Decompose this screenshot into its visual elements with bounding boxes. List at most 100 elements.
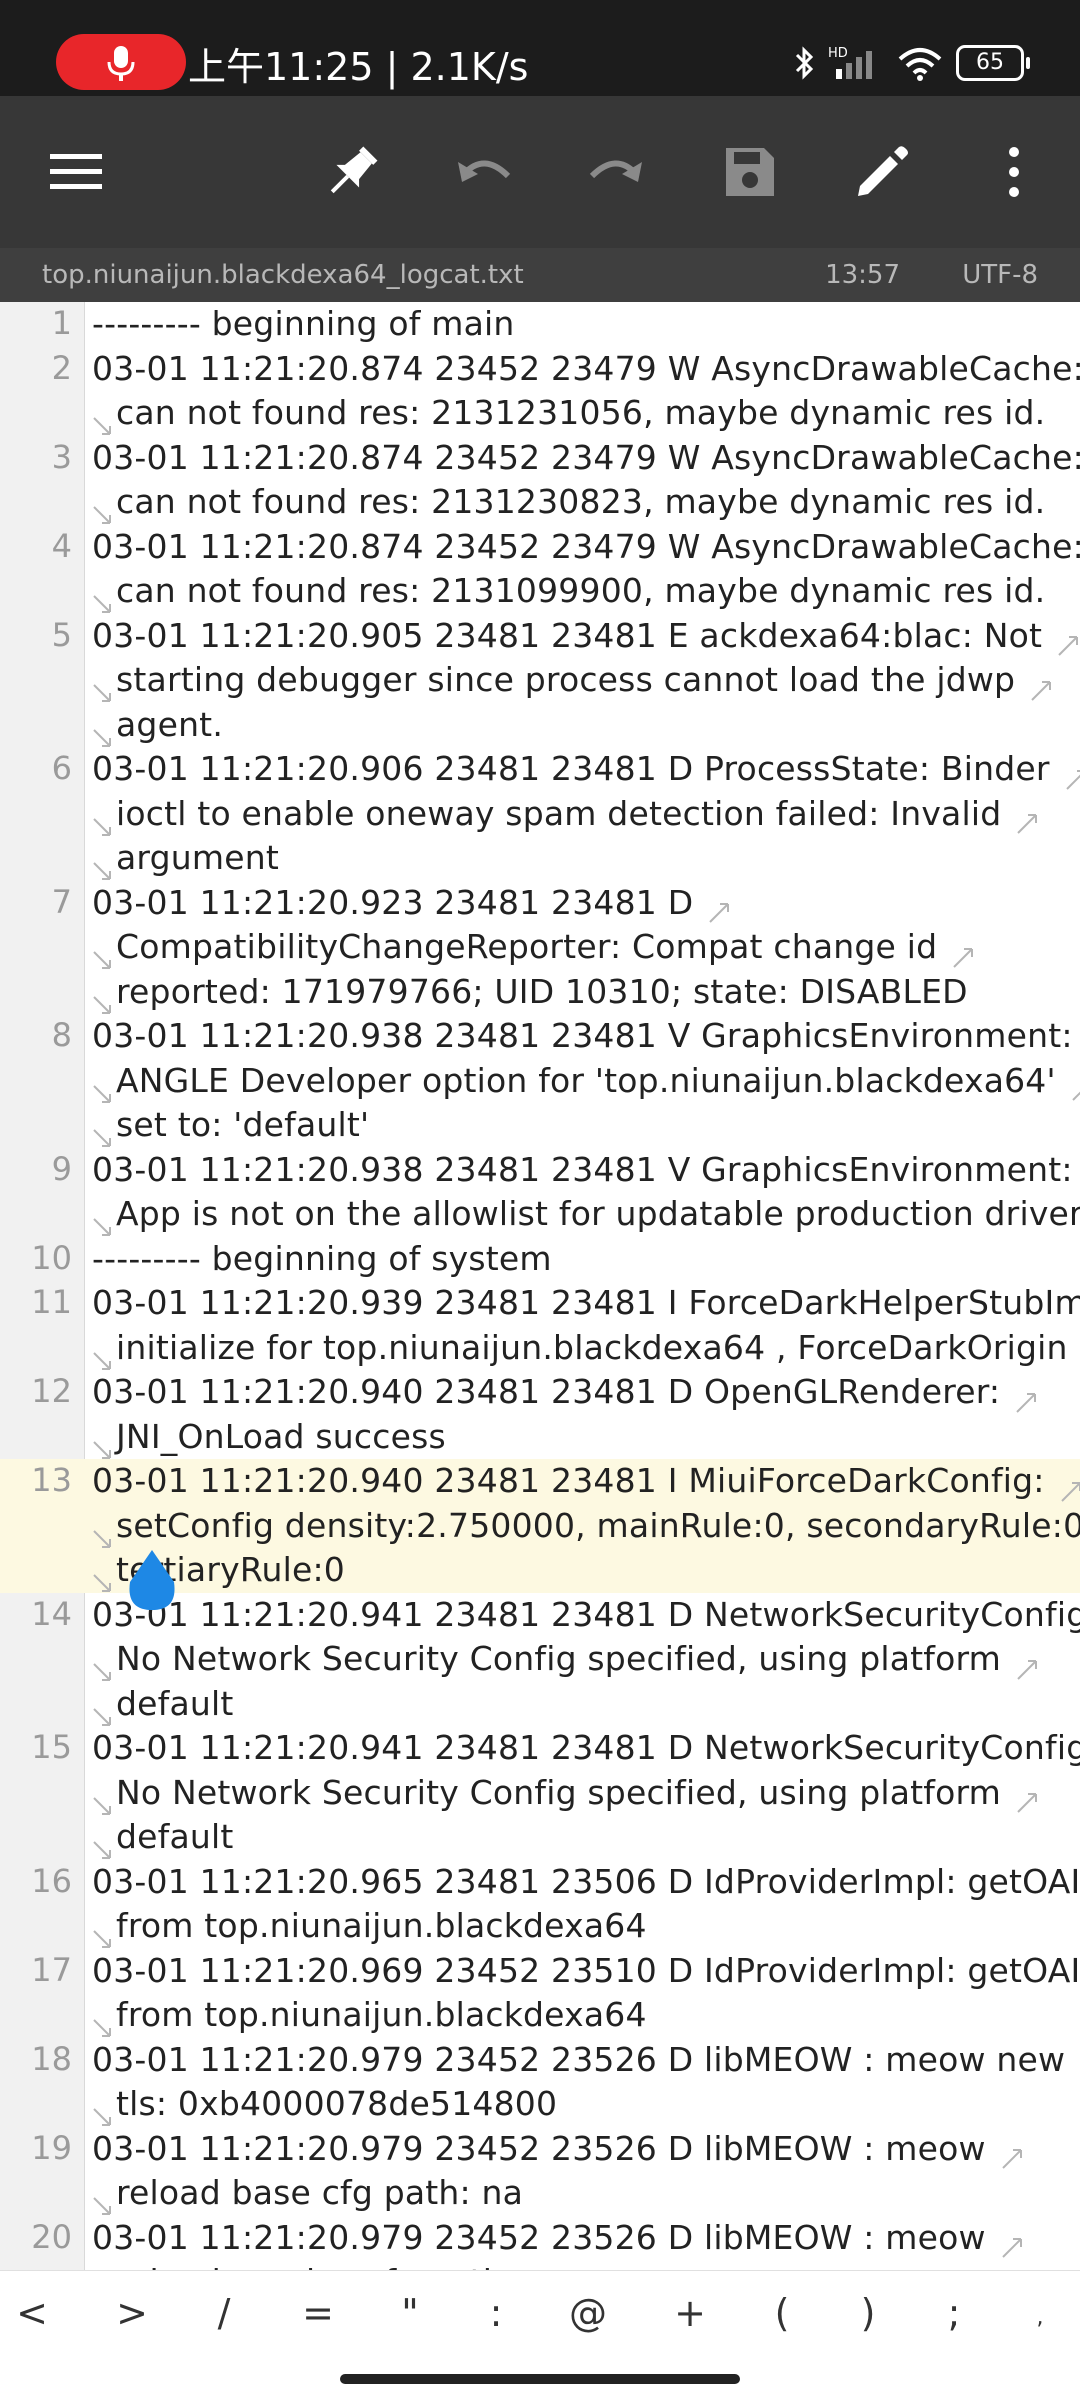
file-name: top.niunaijun.blackdexa64_logcat.txt xyxy=(42,260,524,290)
symbol-key[interactable]: = xyxy=(288,2291,348,2335)
more-icon[interactable] xyxy=(984,142,1044,202)
log-text: --------- beginning of main xyxy=(92,304,515,343)
log-text: 03-01 11:21:20.979 23452 23526 D libMEOW… xyxy=(92,2217,986,2257)
log-line-text: 03-01 11:21:20.905 23481 23481 E ackdexa… xyxy=(0,614,1080,659)
log-line[interactable]: 7 03-01 11:21:20.923 23481 23481 D Compati… xyxy=(0,881,1080,1015)
log-line[interactable]: 18 03-01 11:21:20.979 23452 23526 D libME… xyxy=(0,2038,1080,2127)
battery-indicator: 65 xyxy=(956,45,1030,81)
wrap-continue-icon xyxy=(92,1918,114,1948)
file-time: 13:57 xyxy=(825,260,900,290)
symbol-key[interactable]: < xyxy=(2,2291,62,2335)
menu-icon[interactable] xyxy=(46,142,106,202)
log-line[interactable]: 15 03-01 11:21:20.941 23481 23481 D Netwo… xyxy=(0,1726,1080,1860)
log-line[interactable]: 5 03-01 11:21:20.905 23481 23481 E ackdex… xyxy=(0,614,1080,748)
wrap-continue-icon xyxy=(92,1206,114,1236)
log-text: App is not on the allowlist for updatabl… xyxy=(116,1194,1080,1233)
symbol-key[interactable]: / xyxy=(194,2291,254,2335)
symbol-key[interactable]: + xyxy=(660,2291,720,2335)
home-indicator[interactable] xyxy=(340,2374,740,2384)
file-encoding[interactable]: UTF-8 xyxy=(962,260,1038,290)
log-line-text: 03-01 11:21:20.874 23452 23479 W AsyncDr… xyxy=(0,347,1080,392)
log-line[interactable]: 16 03-01 11:21:20.965 23481 23506 D IdPro… xyxy=(0,1860,1080,1949)
log-line-text: No Network Security Config specified, us… xyxy=(0,1771,1080,1816)
log-line-text: 03-01 11:21:20.874 23452 23479 W AsyncDr… xyxy=(0,525,1080,570)
log-line-text: App is not on the allowlist for updatabl… xyxy=(0,1192,1080,1237)
wrap-continue-icon xyxy=(92,850,114,880)
symbol-key[interactable]: > xyxy=(102,2291,162,2335)
log-line[interactable]: 3 03-01 11:21:20.874 23452 23479 W AsyncD… xyxy=(0,436,1080,525)
signal-hd-label: HD xyxy=(828,46,848,61)
log-line[interactable]: 19 03-01 11:21:20.979 23452 23526 D libME… xyxy=(0,2127,1080,2216)
symbol-key[interactable]: " xyxy=(380,2291,440,2335)
symbol-key[interactable]: , xyxy=(1010,2305,1070,2330)
log-text: 03-01 11:21:20.905 23481 23481 E ackdexa… xyxy=(92,615,1043,655)
wrap-continue-icon xyxy=(92,2007,114,2037)
log-line-text: reported: 171979766; UID 10310; state: D… xyxy=(0,970,1080,1015)
wrap-continue-icon xyxy=(92,1562,114,1592)
log-line-text: No Network Security Config specified, us… xyxy=(0,1637,1080,1682)
log-line-text: 03-01 11:21:20.939 23481 23481 I ForceDa… xyxy=(0,1281,1080,1326)
log-line[interactable]: 4 03-01 11:21:20.874 23452 23479 W AsyncD… xyxy=(0,525,1080,614)
save-icon[interactable] xyxy=(720,142,780,202)
redo-icon[interactable] xyxy=(586,142,646,202)
log-text: reload overlay cfg path: na xyxy=(116,2262,568,2270)
log-line-text: 03-01 11:21:20.938 23481 23481 V Graphic… xyxy=(0,1014,1080,1059)
log-line[interactable]: 1 --------- beginning of main xyxy=(0,302,1080,347)
wrap-break-icon xyxy=(1056,625,1080,656)
log-line-text: starting debugger since process cannot l… xyxy=(0,658,1080,703)
log-line[interactable]: 20 03-01 11:21:20.979 23452 23526 D libME… xyxy=(0,2216,1080,2270)
log-line[interactable]: 8 03-01 11:21:20.938 23481 23481 V Graphi… xyxy=(0,1014,1080,1148)
log-line[interactable]: 11 03-01 11:21:20.939 23481 23481 I Force… xyxy=(0,1281,1080,1370)
log-text: 03-01 11:21:20.941 23481 23481 D Network… xyxy=(92,1594,1080,1634)
undo-icon[interactable] xyxy=(454,142,514,202)
log-line[interactable]: 10 --------- beginning of system xyxy=(0,1237,1080,1282)
log-text: ANGLE Developer option for 'top.niunaiju… xyxy=(116,1060,1056,1100)
symbol-key[interactable]: ) xyxy=(838,2291,898,2335)
wrap-continue-icon xyxy=(92,494,114,524)
edit-icon[interactable] xyxy=(852,142,912,202)
log-line-text: 03-01 11:21:20.906 23481 23481 D Process… xyxy=(0,747,1080,792)
symbol-key[interactable]: : xyxy=(466,2291,526,2335)
log-line-text: ioctl to enable oneway spam detection fa… xyxy=(0,792,1080,837)
wrap-continue-icon xyxy=(92,806,114,836)
pin-icon[interactable] xyxy=(322,142,382,202)
log-text: 03-01 11:21:20.923 23481 23481 D xyxy=(92,882,694,922)
wrap-continue-icon xyxy=(92,2096,114,2126)
log-line[interactable]: 12 03-01 11:21:20.940 23481 23481 D OpenG… xyxy=(0,1370,1080,1459)
symbol-key[interactable]: ( xyxy=(752,2291,812,2335)
log-text: 03-01 11:21:20.939 23481 23481 I ForceDa… xyxy=(92,1283,1080,1322)
log-text: 03-01 11:21:20.906 23481 23481 D Process… xyxy=(92,749,1050,788)
log-line[interactable]: 2 03-01 11:21:20.874 23452 23479 W AsyncD… xyxy=(0,347,1080,436)
wrap-continue-icon xyxy=(92,1340,114,1370)
wrap-continue-icon xyxy=(92,1073,114,1103)
bluetooth-icon xyxy=(795,46,814,80)
wrap-continue-icon xyxy=(92,1117,114,1147)
log-text: ioctl to enable oneway spam detection fa… xyxy=(116,793,1002,833)
wrap-break-icon xyxy=(1015,1649,1039,1680)
log-text: No Network Security Config specified, us… xyxy=(116,1772,1002,1812)
wrap-continue-icon xyxy=(92,717,114,747)
log-line-text: from top.niunaijun.blackdexa64 xyxy=(0,1993,1080,2038)
log-line[interactable]: 9 03-01 11:21:20.938 23481 23481 V Graphi… xyxy=(0,1148,1080,1237)
log-line[interactable]: 17 03-01 11:21:20.969 23452 23510 D IdPro… xyxy=(0,1949,1080,2038)
wrap-continue-icon xyxy=(92,1429,114,1459)
log-text: CompatibilityChangeReporter: Compat chan… xyxy=(116,927,938,966)
editor-lines[interactable]: 1 --------- beginning of main 2 03-01 11:21… xyxy=(0,302,1080,2270)
log-line[interactable]: 6 03-01 11:21:20.906 23481 23481 D Proces… xyxy=(0,747,1080,881)
log-text: can not found res: 2131230823, maybe dyn… xyxy=(116,482,1046,521)
text-editor[interactable]: 1 --------- beginning of main 2 03-01 11:21… xyxy=(0,302,1080,2270)
log-text: default xyxy=(116,1817,234,1856)
log-line-text: default xyxy=(0,1682,1080,1727)
screen-record-indicator[interactable] xyxy=(56,34,186,90)
log-text: 03-01 11:21:20.940 23481 23481 D OpenGLR… xyxy=(92,1372,1001,1411)
wrap-continue-icon xyxy=(92,1651,114,1681)
log-line[interactable]: 14 03-01 11:21:20.941 23481 23481 D Netwo… xyxy=(0,1593,1080,1727)
status-bar: 上午11:25 | 2.1K/s HD 65 xyxy=(0,0,1080,96)
symbol-key[interactable]: ; xyxy=(924,2291,984,2335)
cursor-handle[interactable] xyxy=(126,1548,178,1612)
wrap-break-icon xyxy=(1064,759,1080,790)
log-line-text: 03-01 11:21:20.979 23452 23526 D libMEOW… xyxy=(0,2127,1080,2172)
symbol-key[interactable]: @ xyxy=(558,2291,618,2335)
wrap-break-icon xyxy=(951,937,975,968)
wrap-continue-icon xyxy=(92,672,114,702)
